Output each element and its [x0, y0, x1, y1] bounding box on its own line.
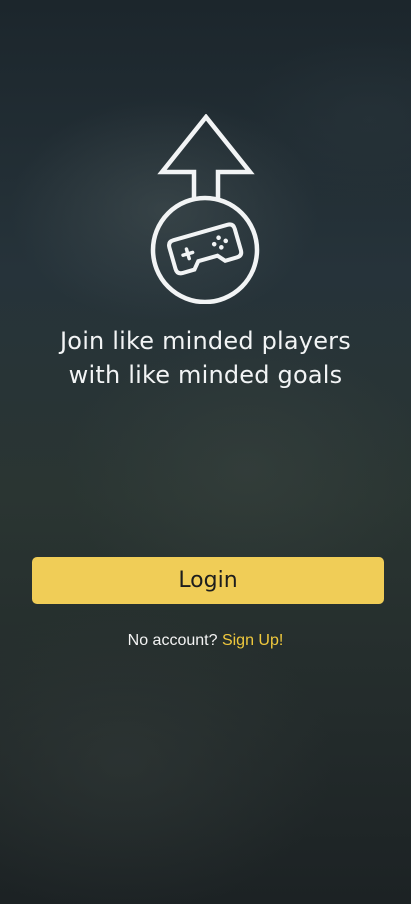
tagline-line-1: Join like minded players	[60, 327, 351, 355]
welcome-screen: Join like minded players with like minde…	[0, 0, 411, 904]
sign-up-link[interactable]: Sign Up!	[222, 632, 283, 649]
tagline: Join like minded players with like minde…	[0, 324, 411, 392]
no-account-text: No account?	[127, 632, 218, 649]
arrow-up-gamepad-icon	[150, 114, 260, 304]
tagline-line-2: with like minded goals	[68, 361, 343, 389]
login-button[interactable]: Login	[32, 557, 384, 604]
signup-prompt: No account? Sign Up!	[0, 630, 411, 652]
